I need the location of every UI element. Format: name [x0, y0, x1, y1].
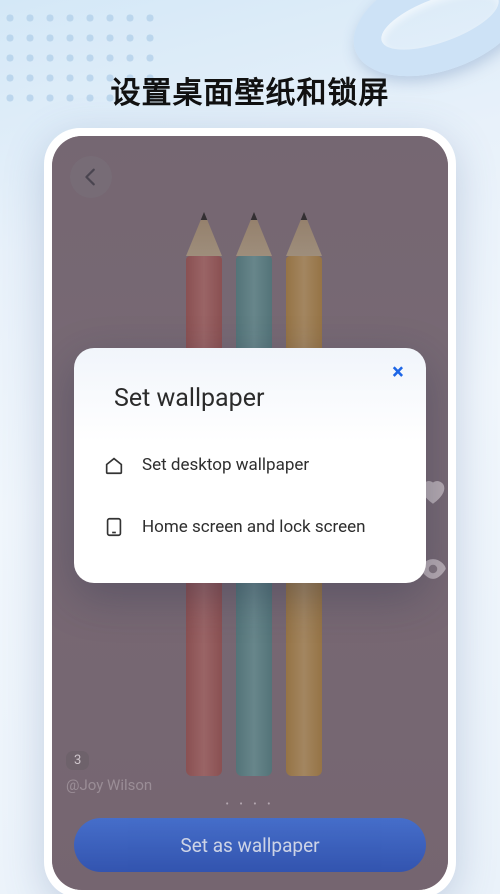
- primary-button-label: Set as wallpaper: [180, 834, 319, 857]
- option-label: Home screen and lock screen: [142, 517, 366, 537]
- set-wallpaper-dialog: × Set wallpaper Set desktop wallpaper Ho…: [74, 348, 426, 583]
- arrow-left-icon: [80, 166, 102, 188]
- dialog-close-button[interactable]: ×: [386, 362, 410, 386]
- close-icon: ×: [392, 360, 404, 385]
- option-home-and-lock-screen[interactable]: Home screen and lock screen: [94, 497, 406, 557]
- author-label: @Joy Wilson: [66, 776, 152, 794]
- back-button[interactable]: [70, 156, 112, 198]
- home-icon: [102, 453, 126, 477]
- option-label: Set desktop wallpaper: [142, 455, 309, 475]
- option-set-desktop-wallpaper[interactable]: Set desktop wallpaper: [94, 435, 406, 495]
- pagination-dots: • • • •: [52, 799, 448, 810]
- phone-screen: 3 @Joy Wilson • • • • Set as wallpaper ×…: [52, 136, 448, 890]
- phone-mockup: 3 @Joy Wilson • • • • Set as wallpaper ×…: [44, 128, 456, 894]
- set-as-wallpaper-button[interactable]: Set as wallpaper: [74, 818, 426, 872]
- image-count-badge: 3: [66, 751, 89, 770]
- device-icon: [102, 515, 126, 539]
- page-title: 设置桌面壁纸和锁屏: [0, 68, 500, 112]
- dialog-title: Set wallpaper: [114, 384, 406, 413]
